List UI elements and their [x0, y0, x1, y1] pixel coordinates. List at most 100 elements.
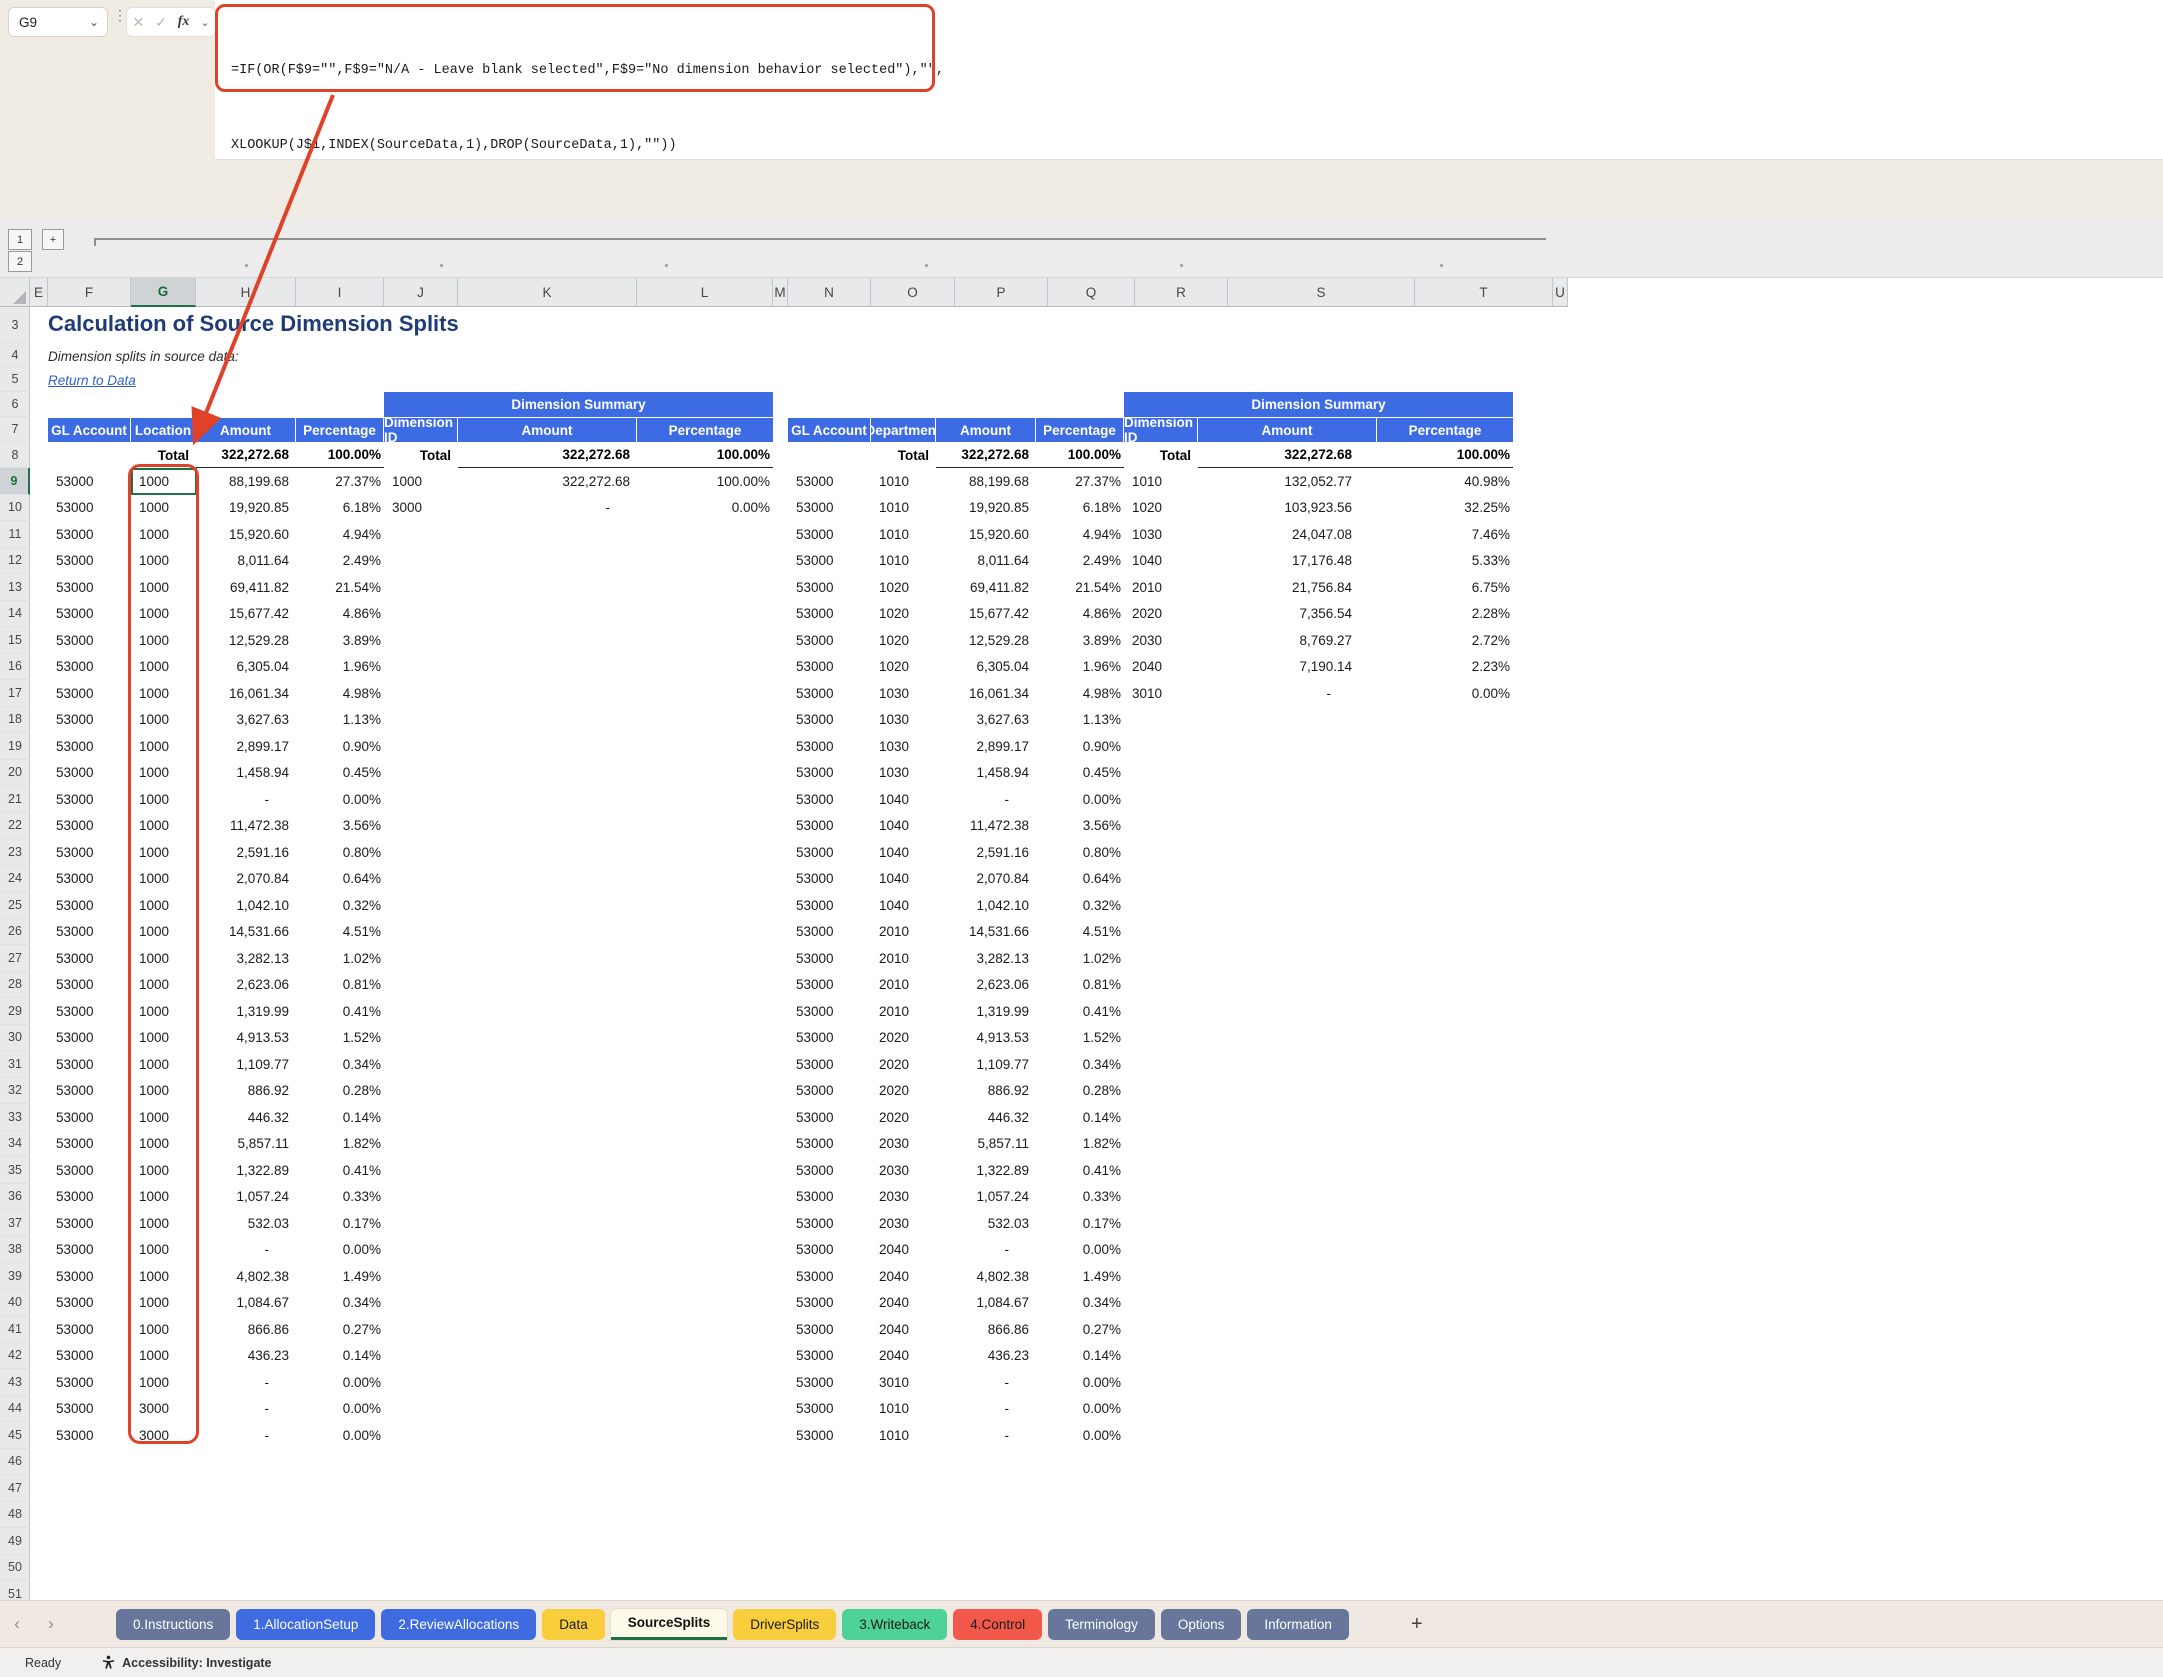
table-cell[interactable]: 1000 [131, 1104, 196, 1130]
table-cell[interactable]: 53000 [788, 998, 871, 1024]
table-cell[interactable]: 1010 [871, 468, 936, 494]
table-cell[interactable]: 886.92 [936, 1078, 1036, 1104]
table-cell[interactable]: 53000 [48, 627, 131, 653]
table-cell[interactable] [384, 1131, 458, 1157]
table-cell[interactable]: 53000 [48, 786, 131, 812]
row-header-33[interactable]: 33 [0, 1104, 30, 1131]
table-cell[interactable]: 2020 [1124, 601, 1198, 627]
table-cell[interactable]: 53000 [788, 468, 871, 494]
table-cell[interactable]: 53000 [48, 760, 131, 786]
table-cell[interactable] [1377, 1396, 1513, 1422]
row-header-50[interactable]: 50 [0, 1555, 30, 1582]
table-cell[interactable] [1377, 707, 1513, 733]
chevron-down-icon[interactable]: ⌄ [89, 15, 99, 29]
table-cell[interactable]: 3,627.63 [936, 707, 1036, 733]
sheet-tab-2-reviewallocations[interactable]: 2.ReviewAllocations [381, 1609, 536, 1640]
table-cell[interactable] [1377, 786, 1513, 812]
table-cell[interactable] [1377, 1422, 1513, 1448]
table-cell[interactable] [384, 972, 458, 998]
table-cell[interactable]: 0.90% [1036, 733, 1124, 759]
table-cell[interactable]: 3.89% [296, 627, 384, 653]
table-cell[interactable]: 8,011.64 [196, 548, 296, 574]
table-cell[interactable] [1124, 919, 1198, 945]
table-cell[interactable] [384, 1025, 458, 1051]
table-cell[interactable]: 53000 [788, 1131, 871, 1157]
table-cell[interactable] [384, 786, 458, 812]
accessibility-button[interactable]: Accessibility: Investigate [101, 1655, 271, 1670]
table-cell[interactable] [637, 998, 773, 1024]
table-cell[interactable]: 1000 [131, 1237, 196, 1263]
table-cell[interactable]: 3.56% [296, 813, 384, 839]
row-header-39[interactable]: 39 [0, 1263, 30, 1290]
table-cell[interactable]: 53000 [788, 627, 871, 653]
table-cell[interactable]: - [196, 1369, 296, 1395]
table-cell[interactable]: 0.00% [1036, 1369, 1124, 1395]
table-cell[interactable] [1198, 1051, 1377, 1077]
total-cell[interactable]: Total [871, 442, 936, 468]
table-cell[interactable]: 53000 [48, 521, 131, 547]
table-cell[interactable] [637, 1422, 773, 1448]
table-cell[interactable]: 53000 [48, 1078, 131, 1104]
table-cell[interactable]: 11,472.38 [196, 813, 296, 839]
row-header-40[interactable]: 40 [0, 1290, 30, 1317]
table-cell[interactable]: 3000 [131, 1422, 196, 1448]
table-cell[interactable]: 53000 [48, 574, 131, 600]
table-cell[interactable]: 27.37% [296, 468, 384, 494]
table-cell[interactable]: 2,070.84 [196, 866, 296, 892]
table-cell[interactable]: 1040 [871, 813, 936, 839]
table-cell[interactable]: - [196, 1396, 296, 1422]
table-cell[interactable]: 53000 [788, 1316, 871, 1342]
table-cell[interactable]: 53000 [48, 1396, 131, 1422]
table-cell[interactable]: 53000 [788, 945, 871, 971]
table-cell[interactable] [637, 707, 773, 733]
table-cell[interactable]: 2,070.84 [936, 866, 1036, 892]
table-cell[interactable] [1198, 1422, 1377, 1448]
table-cell[interactable] [384, 1078, 458, 1104]
table-cell[interactable] [1198, 1210, 1377, 1236]
row-header-15[interactable]: 15 [0, 627, 30, 654]
table-cell[interactable]: - [196, 1422, 296, 1448]
row-header-37[interactable]: 37 [0, 1210, 30, 1237]
table-cell[interactable]: 1000 [131, 521, 196, 547]
column-header-R[interactable]: R [1135, 278, 1228, 307]
table-cell[interactable] [1198, 786, 1377, 812]
table-cell[interactable]: 0.34% [1036, 1051, 1124, 1077]
table-cell[interactable]: 53000 [788, 1343, 871, 1369]
table-cell[interactable]: 0.32% [1036, 892, 1124, 918]
table-cell[interactable]: 1000 [131, 813, 196, 839]
table-cell[interactable] [384, 998, 458, 1024]
table-cell[interactable]: 3000 [384, 495, 458, 521]
table-cell[interactable]: 2040 [1124, 654, 1198, 680]
table-cell[interactable]: 0.00% [1036, 1396, 1124, 1422]
table-cell[interactable] [458, 654, 637, 680]
table-cell[interactable]: 53000 [48, 1343, 131, 1369]
row-header-28[interactable]: 28 [0, 972, 30, 999]
table-cell[interactable] [1377, 972, 1513, 998]
table-cell[interactable]: 2020 [871, 1025, 936, 1051]
table-cell[interactable]: 53000 [48, 1131, 131, 1157]
table-cell[interactable]: 3010 [1124, 680, 1198, 706]
table-cell[interactable] [637, 972, 773, 998]
table-cell[interactable] [458, 707, 637, 733]
table-cell[interactable]: 88,199.68 [936, 468, 1036, 494]
table-cell[interactable] [1377, 866, 1513, 892]
table-cell[interactable]: 1000 [131, 680, 196, 706]
column-header-H[interactable]: H [196, 278, 296, 307]
table-cell[interactable]: 1.02% [1036, 945, 1124, 971]
table-cell[interactable]: 0.41% [1036, 998, 1124, 1024]
table-cell[interactable] [458, 839, 637, 865]
table-cell[interactable]: 53000 [48, 892, 131, 918]
table-cell[interactable] [1198, 1157, 1377, 1183]
table-cell[interactable] [1377, 892, 1513, 918]
table-cell[interactable]: 4.94% [1036, 521, 1124, 547]
table-cell[interactable]: 2040 [871, 1316, 936, 1342]
table-cell[interactable]: 1000 [131, 1131, 196, 1157]
table-cell[interactable]: 0.81% [296, 972, 384, 998]
table-cell[interactable]: 2.72% [1377, 627, 1513, 653]
table-cell[interactable] [384, 1051, 458, 1077]
table-cell[interactable] [384, 1343, 458, 1369]
table-cell[interactable] [637, 1210, 773, 1236]
table-cell[interactable] [637, 654, 773, 680]
table-cell[interactable]: - [936, 1237, 1036, 1263]
table-cell[interactable]: 0.90% [296, 733, 384, 759]
